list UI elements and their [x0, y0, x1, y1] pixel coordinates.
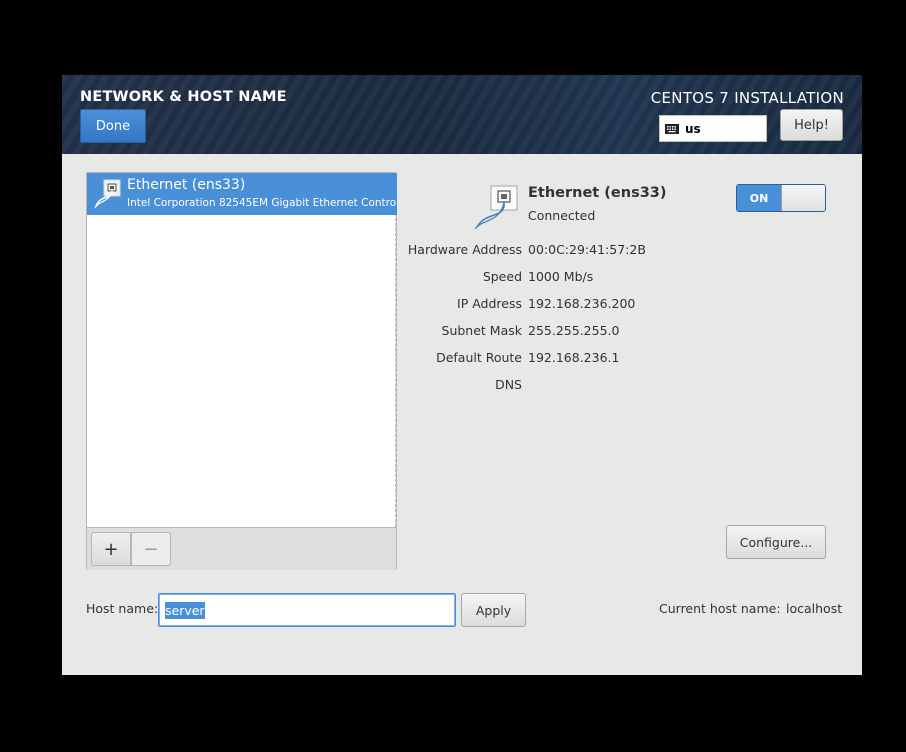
toggle-on-label: ON: [737, 185, 781, 211]
device-list-toolbar: + −: [87, 527, 396, 570]
hardware-address-label: Hardware Address: [407, 242, 522, 257]
hostname-value: server: [165, 601, 205, 619]
keyboard-icon: [665, 123, 679, 134]
ethernet-icon: [94, 179, 121, 209]
device-description: Intel Corporation 82545EM Gigabit Ethern…: [127, 197, 397, 209]
connection-toggle[interactable]: ON: [736, 184, 826, 212]
default-route-label: Default Route: [436, 350, 522, 365]
device-name: Ethernet (ens33): [127, 177, 246, 193]
speed-value: 1000 Mb/s: [528, 269, 594, 284]
ip-address-label: IP Address: [457, 296, 522, 311]
device-list-panel: Ethernet (ens33) Intel Corporation 82545…: [86, 172, 397, 570]
apply-button[interactable]: Apply: [461, 593, 526, 627]
help-button[interactable]: Help!: [780, 109, 843, 141]
page-title: NETWORK & HOST NAME: [80, 89, 287, 105]
connection-name: Ethernet (ens33): [528, 185, 667, 201]
device-list-item[interactable]: Ethernet (ens33) Intel Corporation 82545…: [87, 173, 397, 215]
default-route-value: 192.168.236.1: [528, 350, 620, 365]
ip-address-value: 192.168.236.200: [528, 296, 636, 311]
product-title: CENTOS 7 INSTALLATION: [650, 89, 844, 107]
ethernet-icon: [474, 185, 518, 230]
header-bar: NETWORK & HOST NAME Done CENTOS 7 INSTAL…: [62, 75, 862, 154]
dns-label: DNS: [495, 377, 522, 392]
configure-button[interactable]: Configure...: [726, 525, 826, 559]
current-hostname-label: Current host name:: [659, 601, 781, 616]
hostname-label: Host name:: [86, 601, 159, 616]
add-device-button[interactable]: +: [91, 532, 131, 566]
keyboard-layout-indicator[interactable]: us: [659, 115, 767, 142]
current-hostname-value: localhost: [786, 601, 843, 616]
connection-status: Connected: [528, 208, 596, 223]
hardware-address-value: 00:0C:29:41:57:2B: [528, 242, 646, 257]
speed-label: Speed: [482, 269, 522, 284]
subnet-mask-label: Subnet Mask: [441, 323, 522, 338]
done-button[interactable]: Done: [80, 109, 146, 143]
hostname-input[interactable]: server: [158, 593, 456, 627]
keyboard-layout-label: us: [685, 121, 701, 136]
subnet-mask-value: 255.255.255.0: [528, 323, 620, 338]
toggle-knob: [781, 185, 825, 211]
installer-window: NETWORK & HOST NAME Done CENTOS 7 INSTAL…: [62, 75, 862, 675]
remove-device-button[interactable]: −: [131, 532, 171, 566]
